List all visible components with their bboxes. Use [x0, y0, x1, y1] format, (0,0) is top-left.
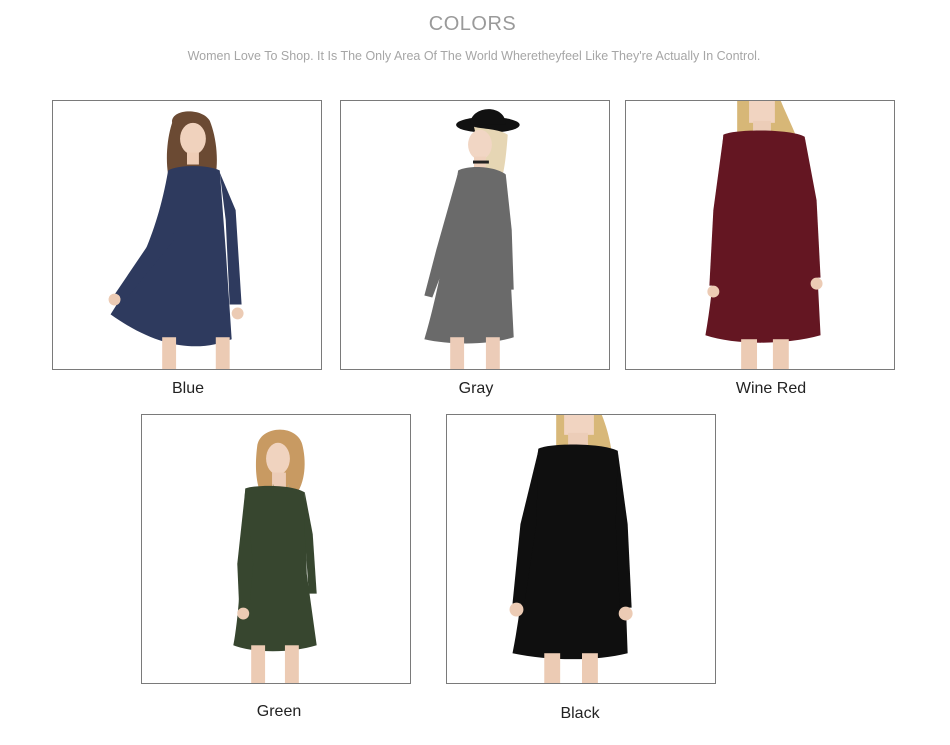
- dress-model-image: [233, 429, 317, 683]
- dress-model-image: [108, 111, 244, 369]
- page-subtitle: Women Love To Shop. It Is The Only Area …: [187, 49, 761, 63]
- color-card-blue[interactable]: [52, 100, 322, 370]
- color-label-blue: Blue: [171, 380, 205, 397]
- color-label-gray: Gray: [458, 380, 494, 397]
- color-label-green: Green: [256, 703, 302, 720]
- color-label-black: Black: [560, 705, 600, 722]
- page-title: COLORS: [428, 13, 517, 35]
- color-card-wine-red[interactable]: [625, 100, 895, 370]
- color-label-wine-red: Wine Red: [735, 380, 807, 397]
- color-card-gray[interactable]: [340, 100, 610, 370]
- color-card-black[interactable]: [446, 414, 716, 684]
- dress-model-image: [705, 101, 823, 369]
- color-card-green[interactable]: [141, 414, 411, 684]
- dress-model-image: [509, 415, 633, 683]
- dress-model-image: [424, 109, 520, 369]
